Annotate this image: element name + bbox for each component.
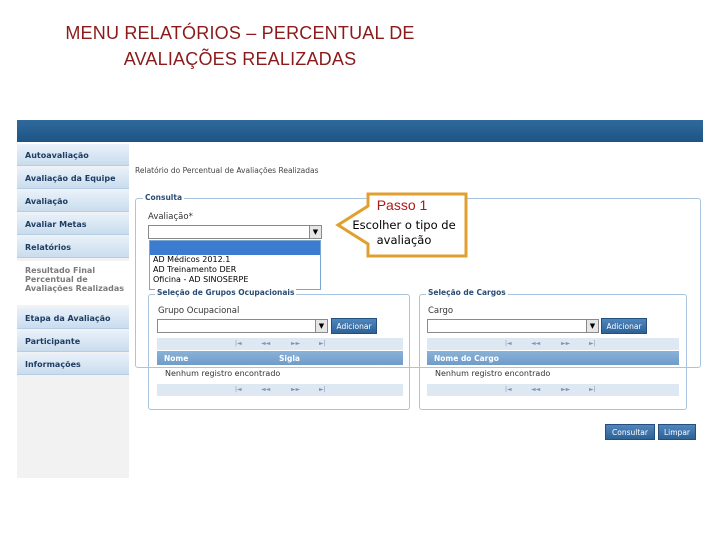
page-title: Relatório do Percentual de Avaliações Re… bbox=[135, 166, 319, 175]
sidebar-item-label: Autoavaliação bbox=[25, 151, 89, 160]
column-header-nome-cargo[interactable]: Nome do Cargo bbox=[434, 354, 499, 363]
pager-last-icon[interactable]: ►| bbox=[589, 340, 596, 347]
dropdown-option[interactable]: AD Médicos 2012.1 bbox=[153, 255, 230, 264]
dropdown-highlighted-option[interactable] bbox=[150, 241, 320, 255]
pager-prev-icon[interactable]: ◄◄ bbox=[261, 386, 270, 393]
sidebar-item-autoavaliacao[interactable]: Autoavaliação bbox=[17, 144, 129, 166]
slide-title-line1: MENU RELATÓRIOS – PERCENTUAL DE bbox=[65, 23, 415, 43]
chevron-down-icon[interactable]: ▼ bbox=[586, 320, 598, 332]
sidebar-item-label: Avaliação da Equipe bbox=[25, 174, 116, 183]
sidebar-item-participante[interactable]: Participante bbox=[17, 330, 129, 352]
add-cargo-button[interactable]: Adicionar bbox=[601, 318, 647, 334]
pager-first-icon[interactable]: |◄ bbox=[505, 386, 512, 393]
sidebar-subitem-line2: Percentual de bbox=[25, 275, 88, 284]
grupos-pager-bottom: |◄ ◄◄ ►► ►| bbox=[157, 384, 403, 396]
sidebar-item-avaliar-metas[interactable]: Avaliar Metas bbox=[17, 213, 129, 235]
slide-title: MENU RELATÓRIOS – PERCENTUAL DE AVALIAÇÕ… bbox=[0, 20, 480, 72]
pager-prev-icon[interactable]: ◄◄ bbox=[531, 386, 540, 393]
consulta-legend: Consulta bbox=[143, 193, 185, 202]
cargos-pager-top: |◄ ◄◄ ►► ►| bbox=[427, 338, 679, 350]
sidebar-item-label: Informações bbox=[25, 360, 81, 369]
sidebar-item-etapa-avaliacao[interactable]: Etapa da Avaliação bbox=[17, 307, 129, 329]
slide-title-line2: AVALIAÇÕES REALIZADAS bbox=[123, 49, 357, 69]
pager-first-icon[interactable]: |◄ bbox=[505, 340, 512, 347]
app-header-bar bbox=[17, 120, 703, 142]
avaliacao-label: Avaliação* bbox=[148, 212, 193, 222]
app-screenshot: Autoavaliação Avaliação da Equipe Avalia… bbox=[17, 120, 703, 478]
column-header-sigla[interactable]: Sigla bbox=[279, 354, 300, 363]
column-header-nome[interactable]: Nome bbox=[164, 354, 188, 363]
avaliacao-dropdown-list: AD Médicos 2012.1 AD Treinamento DER Ofi… bbox=[149, 240, 321, 290]
pager-next-icon[interactable]: ►► bbox=[291, 386, 300, 393]
sidebar-subitem-line1: Resultado Final bbox=[25, 266, 96, 275]
sidebar-item-label: Etapa da Avaliação bbox=[25, 314, 111, 323]
add-grupo-button[interactable]: Adicionar bbox=[331, 318, 377, 334]
pager-last-icon[interactable]: ►| bbox=[319, 340, 326, 347]
cargos-grid-header: Nome do Cargo bbox=[427, 351, 679, 365]
sidebar-subitem-percentual-avaliacoes[interactable]: Resultado Final Percentual de Avaliações… bbox=[17, 261, 129, 305]
sidebar-item-avaliacao[interactable]: Avaliação bbox=[17, 190, 129, 212]
pager-next-icon[interactable]: ►► bbox=[561, 386, 570, 393]
avaliacao-select[interactable]: ▼ bbox=[148, 225, 322, 239]
callout-title: Passo 1 bbox=[376, 197, 428, 213]
sidebar-item-avaliacao-equipe[interactable]: Avaliação da Equipe bbox=[17, 167, 129, 189]
consultar-button[interactable]: Consultar bbox=[605, 424, 655, 440]
sidebar-item-label: Avaliar Metas bbox=[25, 220, 87, 229]
cargos-pager-bottom: |◄ ◄◄ ►► ►| bbox=[427, 384, 679, 396]
pager-first-icon[interactable]: |◄ bbox=[235, 386, 242, 393]
pager-prev-icon[interactable]: ◄◄ bbox=[261, 340, 270, 347]
cargo-label: Cargo bbox=[428, 306, 454, 316]
sidebar-item-label: Relatórios bbox=[25, 243, 71, 252]
sidebar-subitem-line3: Avaliações Realizadas bbox=[25, 284, 125, 293]
cargos-empty-message: Nenhum registro encontrado bbox=[435, 369, 551, 378]
sidebar-item-label: Participante bbox=[25, 337, 81, 346]
callout-text: Escolher o tipo de avaliação bbox=[352, 218, 456, 247]
chevron-down-icon[interactable]: ▼ bbox=[309, 226, 321, 238]
pager-last-icon[interactable]: ►| bbox=[589, 386, 596, 393]
limpar-button[interactable]: Limpar bbox=[658, 424, 696, 440]
step-callout: Passo 1 Escolher o tipo de avaliação bbox=[332, 192, 472, 272]
sidebar-item-label: Avaliação bbox=[25, 197, 69, 206]
dropdown-option[interactable]: AD Treinamento DER bbox=[153, 265, 236, 274]
dropdown-option[interactable]: Oficina - AD SINOSERPE bbox=[153, 275, 248, 284]
pager-prev-icon[interactable]: ◄◄ bbox=[531, 340, 540, 347]
grupos-grid-header: Nome Sigla bbox=[157, 351, 403, 365]
grupos-legend: Seleção de Grupos Ocupacionais bbox=[155, 288, 297, 297]
grupo-ocupacional-label: Grupo Ocupacional bbox=[158, 306, 240, 316]
pager-next-icon[interactable]: ►► bbox=[561, 340, 570, 347]
sidebar-item-relatorios[interactable]: Relatórios bbox=[17, 236, 129, 258]
grupo-ocupacional-select[interactable]: ▼ bbox=[157, 319, 328, 333]
cargo-select[interactable]: ▼ bbox=[427, 319, 599, 333]
sidebar: Autoavaliação Avaliação da Equipe Avalia… bbox=[17, 144, 129, 478]
cargos-legend: Seleção de Cargos bbox=[426, 288, 508, 297]
grupos-empty-message: Nenhum registro encontrado bbox=[165, 369, 281, 378]
pager-last-icon[interactable]: ►| bbox=[319, 386, 326, 393]
chevron-down-icon[interactable]: ▼ bbox=[315, 320, 327, 332]
pager-first-icon[interactable]: |◄ bbox=[235, 340, 242, 347]
pager-next-icon[interactable]: ►► bbox=[291, 340, 300, 347]
sidebar-item-informacoes[interactable]: Informações bbox=[17, 353, 129, 375]
grupos-pager-top: |◄ ◄◄ ►► ►| bbox=[157, 338, 403, 350]
